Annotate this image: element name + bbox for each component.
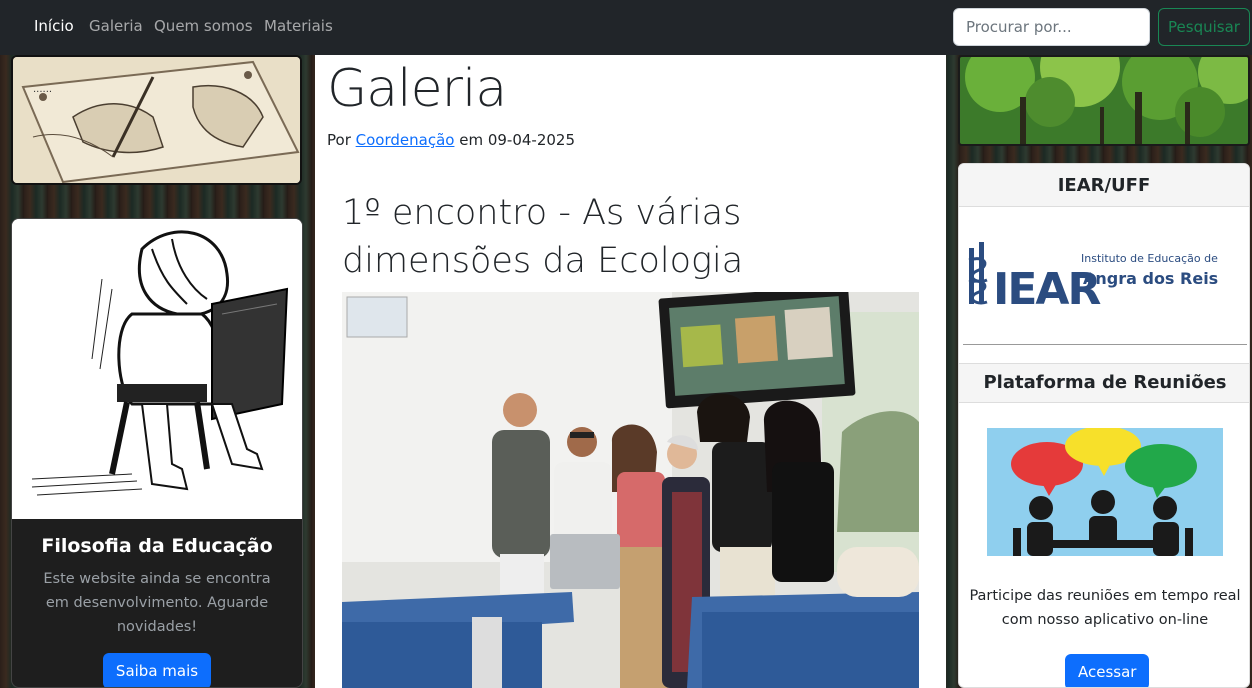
svg-text:......: ...... [33, 84, 52, 95]
child-reading-illustration [12, 219, 302, 519]
access-button[interactable]: Acessar [1065, 654, 1150, 687]
byline-prefix: Por [327, 131, 351, 149]
group-photo [342, 292, 919, 688]
sidebar-card: IEAR/UFF IEAR Instituto de Educação de A… [958, 163, 1250, 688]
post-byline: Por Coordenação em 09-04-2025 [327, 131, 575, 149]
main-content: Galeria Por Coordenação em 09-04-2025 1º… [315, 55, 946, 688]
nav-inicio[interactable]: Início [34, 17, 74, 35]
learn-more-button[interactable]: Saiba mais [102, 653, 212, 687]
meeting-platform-header: Plataforma de Reuniões [959, 363, 1249, 403]
forest-image [958, 55, 1250, 146]
author-link[interactable]: Coordenação [356, 131, 455, 149]
meeting-description: Participe das reuniões em tempo real com… [969, 588, 1241, 628]
search-button[interactable]: Pesquisar [1158, 8, 1250, 46]
page-title: Galeria [327, 59, 507, 119]
philosophy-card: Filosofia da Educação Este website ainda… [11, 218, 303, 688]
search-input[interactable] [953, 8, 1150, 46]
card-description: Este website ainda se encontra em desenv… [43, 571, 271, 635]
nav-quem-somos[interactable]: Quem somos [154, 17, 253, 35]
drawing-hands-image: ...... [11, 55, 302, 185]
nav-materiais[interactable]: Materiais [264, 17, 333, 35]
divider [963, 344, 1247, 345]
logo-line1: Instituto de Educação de [1081, 252, 1218, 265]
top-navbar: Início Galeria Quem somos Materiais Pesq… [0, 0, 1252, 55]
post-title: 1º encontro - As várias dimensões da Eco… [342, 193, 744, 281]
meeting-illustration[interactable] [987, 428, 1223, 556]
post-date: 09-04-2025 [487, 131, 576, 149]
iear-header: IEAR/UFF [959, 164, 1249, 207]
byline-mid: em [459, 131, 484, 149]
logo-line2: Angra dos Reis [1083, 269, 1218, 288]
iear-logo[interactable]: IEAR Instituto de Educação de Angra dos … [965, 240, 1245, 310]
nav-galeria[interactable]: Galeria [89, 17, 143, 35]
card-title: Filosofia da Educação [41, 535, 273, 557]
